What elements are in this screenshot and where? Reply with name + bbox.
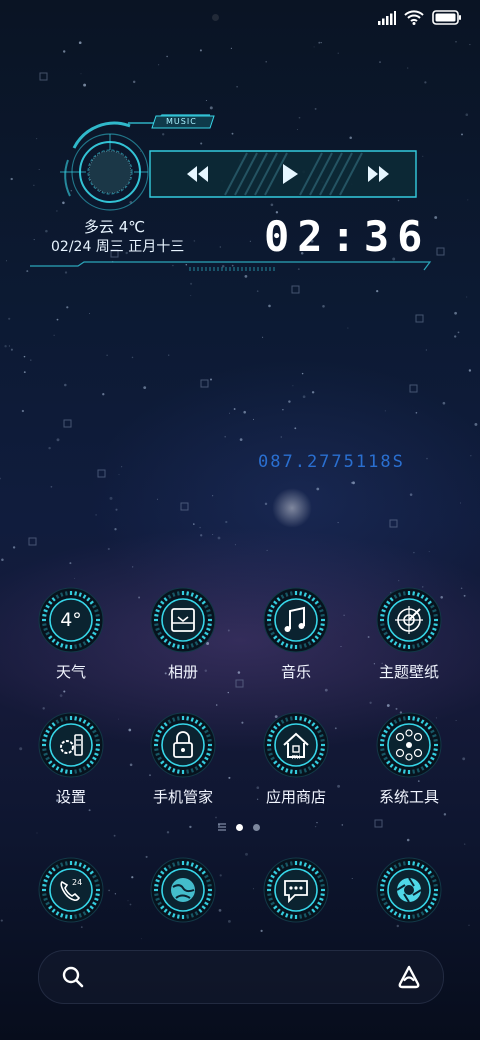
- app-label: 相册: [167, 663, 198, 681]
- app-label: 手机管家: [152, 788, 213, 806]
- dock-icon-text: 24: [72, 878, 83, 887]
- app-label: 音乐: [280, 663, 311, 681]
- app-label: 天气: [55, 663, 86, 681]
- app-app-store[interactable]: mi 应用商店: [241, 712, 351, 807]
- page-dot: [253, 823, 260, 831]
- assistant-icon[interactable]: [395, 964, 423, 990]
- app-themes[interactable]: 主题壁纸: [354, 587, 464, 682]
- signal-icon: [378, 10, 396, 25]
- status-bar: [0, 0, 480, 40]
- wifi-icon: [404, 10, 424, 25]
- phone-icon: 24: [38, 857, 104, 927]
- app-gallery[interactable]: 相册: [128, 587, 238, 682]
- music-icon: [241, 587, 351, 657]
- page-dot-active: [236, 823, 243, 831]
- security-icon: [128, 712, 238, 782]
- clock-time[interactable]: 02:36: [264, 212, 430, 261]
- tools-icon: [354, 712, 464, 782]
- play-icon[interactable]: [280, 162, 300, 186]
- search-icon[interactable]: [61, 965, 85, 989]
- dock-browser[interactable]: [150, 857, 216, 923]
- app-tools[interactable]: 系统工具: [354, 712, 464, 807]
- app-settings[interactable]: 设置: [16, 712, 126, 807]
- gallery-icon: [128, 587, 238, 657]
- app-icon-text: 4°: [60, 609, 82, 631]
- camera-icon: [376, 857, 442, 927]
- rewind-icon[interactable]: [184, 163, 210, 185]
- app-label: 应用商店: [265, 788, 326, 806]
- app-music[interactable]: 音乐: [241, 587, 351, 682]
- page-indicator[interactable]: [218, 823, 260, 831]
- app-label: 设置: [55, 788, 86, 806]
- app-icon-text: mi: [291, 753, 301, 761]
- coordinate-readout: 087.2775118S: [258, 452, 405, 472]
- search-bar[interactable]: [38, 950, 444, 1004]
- app-label: 系统工具: [378, 788, 439, 806]
- music-tag-label: MUSIC: [166, 117, 197, 126]
- app-weather[interactable]: 4° 天气: [16, 587, 126, 682]
- moon-icon: [272, 488, 312, 528]
- dock-phone[interactable]: 24: [38, 857, 104, 923]
- date-label[interactable]: 02/24 周三 正月十三: [51, 236, 184, 256]
- fast-forward-icon[interactable]: [366, 163, 392, 185]
- dock-messages[interactable]: [263, 857, 329, 923]
- browser-icon: [150, 857, 216, 927]
- weather-icon: 4°: [16, 587, 126, 657]
- themes-icon: [354, 587, 464, 657]
- app-store-icon: mi: [241, 712, 351, 782]
- dock-camera[interactable]: [376, 857, 442, 923]
- settings-icon: [16, 712, 126, 782]
- messages-icon: [263, 857, 329, 927]
- app-security[interactable]: 手机管家: [128, 712, 238, 807]
- front-camera: [212, 14, 219, 21]
- weather-summary[interactable]: 多云 4℃: [84, 216, 145, 237]
- app-label: 主题壁纸: [378, 663, 439, 681]
- menu-lines-icon: [218, 823, 226, 831]
- battery-icon: [432, 10, 461, 25]
